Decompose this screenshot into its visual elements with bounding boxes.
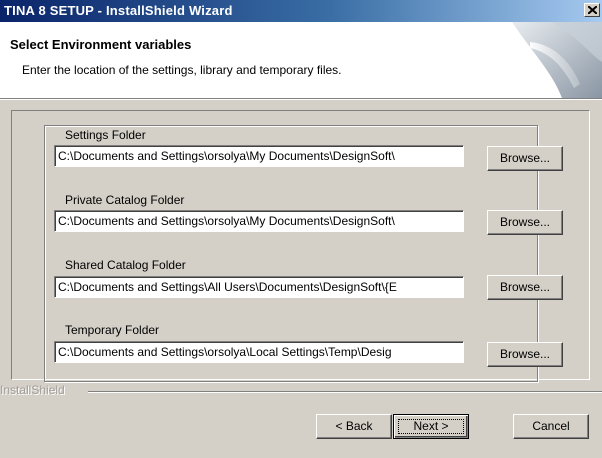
temporary-browse-button[interactable]: Browse... — [487, 342, 563, 367]
header-panel: Select Environment variables Enter the l… — [0, 22, 602, 100]
shared-catalog-folder-input[interactable] — [55, 277, 463, 297]
settings-folder-label: Settings Folder — [65, 128, 146, 142]
close-button[interactable] — [584, 3, 600, 17]
window-title: TINA 8 SETUP - InstallShield Wizard — [4, 3, 233, 18]
next-button[interactable]: Next > — [393, 414, 469, 439]
cancel-button[interactable]: Cancel — [513, 414, 589, 439]
cancel-label: Cancel — [532, 419, 570, 433]
shared-catalog-folder-label: Shared Catalog Folder — [65, 258, 186, 272]
back-button[interactable]: < Back — [316, 414, 392, 439]
private-catalog-folder-field[interactable] — [54, 210, 464, 232]
browse-label: Browse... — [499, 280, 550, 294]
settings-browse-button[interactable]: Browse... — [487, 146, 563, 171]
shared-catalog-browse-button[interactable]: Browse... — [487, 275, 563, 300]
next-label: Next > — [413, 419, 449, 433]
private-catalog-folder-input[interactable] — [55, 211, 463, 231]
browse-label: Browse... — [499, 215, 550, 229]
footer-divider — [88, 391, 602, 393]
settings-folder-input[interactable] — [55, 146, 463, 166]
browse-label: Browse... — [499, 347, 550, 361]
temporary-folder-label: Temporary Folder — [65, 323, 160, 337]
title-bar: TINA 8 SETUP - InstallShield Wizard — [0, 0, 602, 22]
close-icon — [588, 6, 597, 14]
page-subtitle: Enter the location of the settings, libr… — [22, 63, 342, 77]
private-catalog-browse-button[interactable]: Browse... — [487, 210, 563, 235]
shared-catalog-folder-field[interactable] — [54, 276, 464, 298]
settings-folder-field[interactable] — [54, 145, 464, 167]
page-title: Select Environment variables — [10, 37, 192, 52]
setup-logo-icon — [492, 22, 602, 98]
back-label: < Back — [335, 419, 373, 433]
browse-label: Browse... — [499, 151, 550, 165]
installshield-brand: InstallShield — [0, 383, 65, 397]
temporary-folder-input[interactable] — [55, 342, 463, 362]
private-catalog-folder-label: Private Catalog Folder — [65, 193, 185, 207]
temporary-folder-field[interactable] — [54, 341, 464, 363]
